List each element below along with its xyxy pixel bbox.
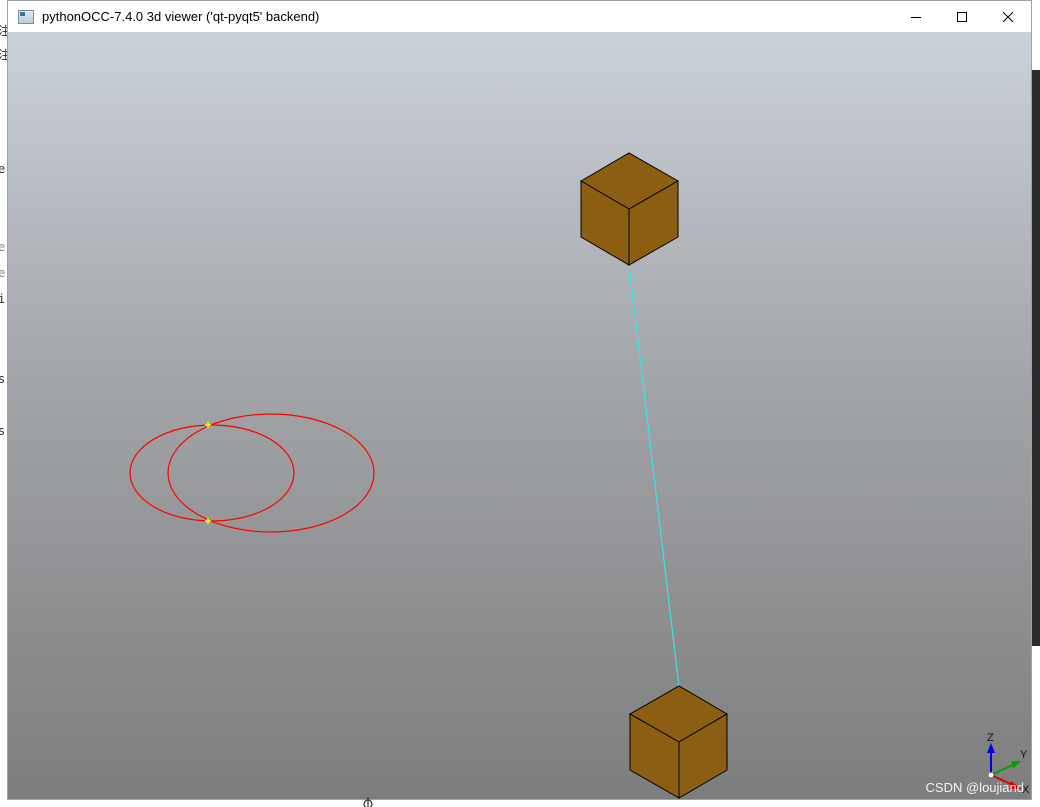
maximize-icon	[957, 11, 967, 22]
z-axis-label: Z	[987, 732, 994, 744]
app-window-icon	[18, 9, 34, 24]
upper-box[interactable]	[580, 152, 680, 266]
origin-dot-icon	[988, 772, 994, 778]
viewer-window: pythonOCC-7.4.0 3d viewer ('qt-pyqt5' ba…	[7, 0, 1032, 800]
lower-box[interactable]	[628, 685, 728, 799]
watermark: CSDN @loujiand	[925, 780, 1024, 795]
small-ellipse[interactable]	[129, 424, 295, 522]
maximize-button[interactable]	[939, 1, 985, 32]
title-bar[interactable]: pythonOCC-7.4.0 3d viewer ('qt-pyqt5' ba…	[8, 1, 1031, 32]
bg-text-4: e	[0, 240, 6, 254]
connecting-edge[interactable]	[628, 264, 680, 688]
close-button[interactable]	[985, 1, 1031, 32]
close-icon	[1003, 11, 1013, 22]
z-axis-arrow-icon	[987, 743, 995, 753]
bg-text-6: i	[0, 292, 6, 306]
y-axis-arrow-icon	[1011, 761, 1021, 769]
scene-canvas[interactable]	[8, 32, 1031, 799]
bg-text-5: e	[0, 266, 6, 280]
3d-viewport[interactable]: Z Y X CSDN @loujiand	[8, 32, 1031, 799]
large-ellipse[interactable]	[167, 413, 375, 533]
background-app-scrollbar	[1032, 70, 1040, 646]
minimize-icon	[911, 16, 921, 18]
resize-cursor-icon	[363, 797, 373, 807]
y-axis-label: Y	[1020, 749, 1028, 761]
window-title: pythonOCC-7.4.0 3d viewer ('qt-pyqt5' ba…	[42, 9, 320, 24]
bg-text-3: e	[0, 162, 6, 176]
bg-text-8: s	[0, 424, 6, 438]
bg-text-7: s	[0, 372, 6, 386]
minimize-button[interactable]	[893, 1, 939, 32]
